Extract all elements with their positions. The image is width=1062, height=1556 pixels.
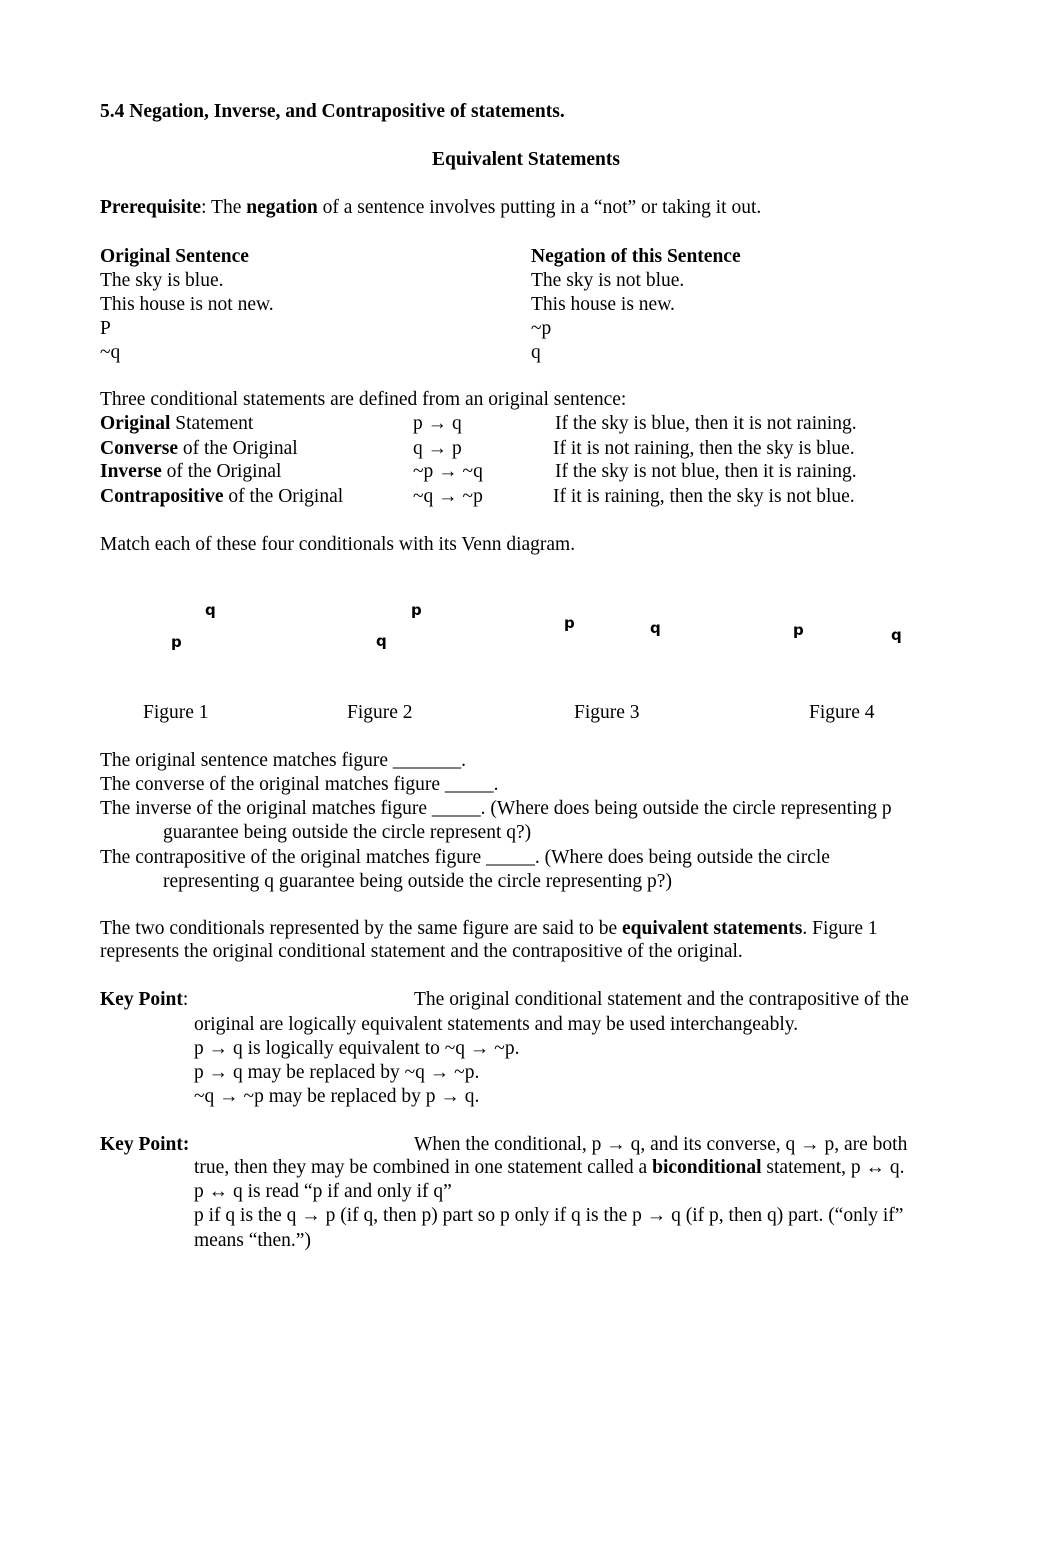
table-cell: ~p xyxy=(531,318,552,339)
negation-term: negation xyxy=(246,197,318,218)
table-cell: This house is not new. xyxy=(100,294,274,315)
table-cell: q xyxy=(531,342,541,363)
key-point-text: means “then.”) xyxy=(194,1230,311,1251)
table-header: Original Sentence xyxy=(100,246,249,267)
prerequisite-paragraph: Prerequisite: The negation of a sentence… xyxy=(100,198,761,218)
figure-caption: Figure 3 xyxy=(574,702,640,723)
question-converse: The converse of the original matches fig… xyxy=(100,774,499,795)
key-point-text: true, then they may be combined in one s… xyxy=(194,1158,905,1178)
venn-label-p: p xyxy=(564,614,575,632)
key-point-text: p ↔ q is read “p if and only if q” xyxy=(194,1181,452,1202)
conditional-symbol: p → q xyxy=(413,413,462,434)
key-point-colon: : xyxy=(182,989,189,1010)
conditional-term: Contrapositive xyxy=(100,486,224,507)
key-point-label: Key Point: xyxy=(100,1134,190,1155)
key-point-text: The original conditional statement and t… xyxy=(414,989,909,1010)
figure-caption: Figure 4 xyxy=(809,702,875,723)
prerequisite-label: Prerequisite xyxy=(100,197,202,218)
conditional-term-rest: of the Original xyxy=(223,486,344,507)
table-cell: The sky is not blue. xyxy=(531,270,685,291)
equivalent-text: The two conditionals represented by the … xyxy=(100,918,622,939)
table-header: Negation of this Sentence xyxy=(531,246,741,267)
conditional-name: Converse of the Original xyxy=(100,439,298,459)
section-heading: 5.4 Negation, Inverse, and Contrapositiv… xyxy=(100,101,565,122)
conditional-symbol: ~p → ~q xyxy=(413,461,483,482)
venn-label-q: q xyxy=(376,632,387,650)
conditional-example: If the sky is not blue, then it is raini… xyxy=(555,461,857,482)
table-cell: ~q xyxy=(100,342,121,363)
biconditional-term: biconditional xyxy=(652,1157,762,1178)
question-inverse: The inverse of the original matches figu… xyxy=(100,798,892,819)
conditional-name: Inverse of the Original xyxy=(100,462,281,482)
conditional-name: Contrapositive of the Original xyxy=(100,487,343,507)
match-instruction: Match each of these four conditionals wi… xyxy=(100,534,576,555)
venn-label-q: q xyxy=(891,626,902,644)
key-point-text: p if q is the q → p (if q, then p) part … xyxy=(194,1205,904,1226)
table-cell: The sky is blue. xyxy=(100,270,224,291)
conditional-example: If it is not raining, then the sky is bl… xyxy=(553,438,855,459)
key-point-text: p → q is logically equivalent to ~q → ~p… xyxy=(194,1038,520,1059)
venn-label-p: p xyxy=(171,633,182,651)
key-point-text: original are logically equivalent statem… xyxy=(194,1014,799,1035)
key-point-text: When the conditional, p → q, and its con… xyxy=(414,1134,908,1155)
conditional-symbol: ~q → ~p xyxy=(413,486,483,507)
conditional-name: Original Statement xyxy=(100,414,253,434)
key-point-text: p → q may be replaced by ~q → ~p. xyxy=(194,1062,480,1083)
figure-caption: Figure 2 xyxy=(347,702,413,723)
conditional-term-rest: Statement xyxy=(170,413,254,434)
question-inverse-cont: guarantee being outside the circle repre… xyxy=(163,822,532,843)
key-point-text: ~q → ~p may be replaced by p → q. xyxy=(194,1086,480,1107)
table-cell: P xyxy=(100,318,111,339)
conditional-term-rest: of the Original xyxy=(177,438,298,459)
conditional-term-rest: of the Original xyxy=(161,461,282,482)
conditional-term: Inverse xyxy=(100,461,162,482)
equivalent-paragraph: The two conditionals represented by the … xyxy=(100,919,878,939)
question-contrapositive: The contrapositive of the original match… xyxy=(100,847,830,868)
equivalent-paragraph-line2: represents the original conditional stat… xyxy=(100,941,743,962)
equivalent-term: equivalent statements xyxy=(622,918,803,939)
equivalent-text: . Figure 1 xyxy=(802,918,878,939)
key-point-label: Key Point: xyxy=(100,990,188,1010)
conditional-example: If it is raining, then the sky is not bl… xyxy=(553,486,855,507)
conditional-term: Original xyxy=(100,413,171,434)
key-point-label-text: Key Point xyxy=(100,989,183,1010)
page-subtitle: Equivalent Statements xyxy=(432,149,620,170)
conditional-example: If the sky is blue, then it is not raini… xyxy=(555,413,857,434)
key-point-text-part: statement, p ↔ q. xyxy=(761,1157,905,1178)
conditional-symbol: q → p xyxy=(413,438,462,459)
venn-label-q: q xyxy=(650,619,661,637)
question-contrapositive-cont: representing q guarantee being outside t… xyxy=(163,871,672,892)
venn-label-q: q xyxy=(205,601,216,619)
table-cell: This house is new. xyxy=(531,294,675,315)
figure-caption: Figure 1 xyxy=(143,702,209,723)
prerequisite-text: of a sentence involves putting in a “not… xyxy=(317,197,762,218)
key-point-text-part: true, then they may be combined in one s… xyxy=(194,1157,653,1178)
prerequisite-text: : The xyxy=(201,197,247,218)
conditionals-intro: Three conditional statements are defined… xyxy=(100,389,627,410)
question-original: The original sentence matches figure ___… xyxy=(100,750,467,771)
venn-label-p: p xyxy=(793,621,804,639)
venn-label-p: p xyxy=(411,601,422,619)
conditional-term: Converse xyxy=(100,438,178,459)
